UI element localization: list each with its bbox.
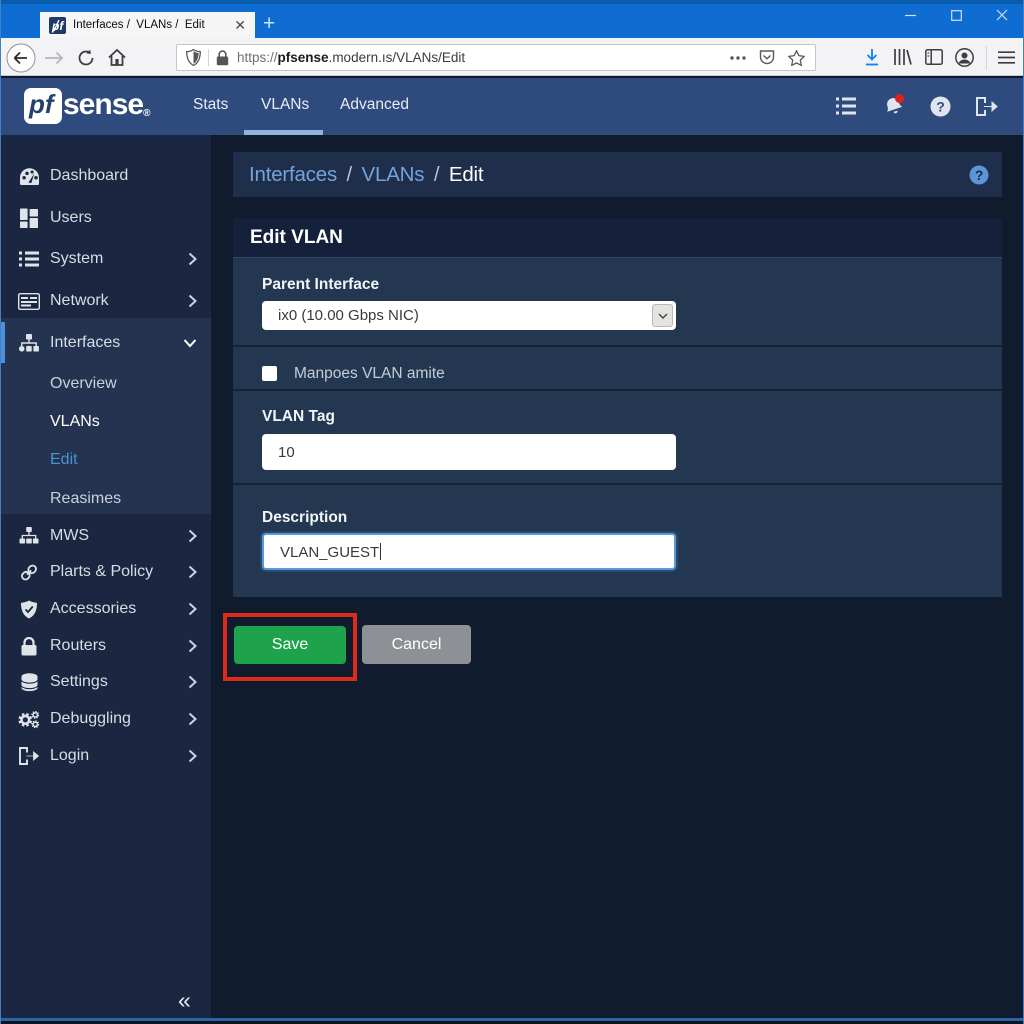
svg-text:pf: pf: [51, 19, 64, 33]
svg-text:?: ?: [936, 99, 945, 115]
svg-text:?: ?: [975, 168, 983, 183]
